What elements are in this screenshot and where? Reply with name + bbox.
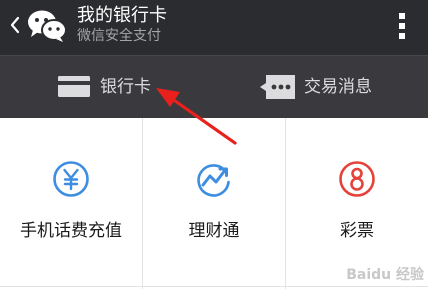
tab-bar: 银行卡 交易消息	[0, 55, 428, 118]
services-grid: 手机话费充值 理财通 彩票	[0, 118, 428, 289]
tab-transaction-messages-label: 交易消息	[304, 77, 372, 97]
title-bar: 我的银行卡 微信安全支付	[0, 0, 428, 55]
service-lottery-label: 彩票	[340, 221, 374, 241]
page-subtitle: 微信安全支付	[77, 28, 161, 44]
more-vertical-icon[interactable]	[398, 12, 406, 40]
tab-bank-card-label: 银行卡	[100, 77, 151, 97]
service-phone-topup[interactable]: 手机话费充值	[0, 118, 142, 289]
bank-card-icon	[58, 76, 90, 97]
lottery-icon	[339, 161, 375, 197]
trend-icon	[197, 164, 230, 197]
row-divider	[0, 286, 428, 287]
message-icon	[260, 75, 295, 99]
watermark: Baidu 经验	[346, 267, 424, 283]
service-licaitong-label: 理财通	[188, 221, 240, 241]
wechat-icon	[28, 10, 67, 42]
tab-bank-card[interactable]: 银行卡	[0, 56, 214, 119]
service-phone-topup-label: 手机话费充值	[20, 221, 122, 241]
yuan-icon	[53, 161, 89, 197]
tab-transaction-messages[interactable]: 交易消息	[214, 56, 428, 119]
service-lottery[interactable]: 彩票	[285, 118, 428, 289]
page-title: 我的银行卡	[77, 5, 167, 26]
service-licaitong[interactable]: 理财通	[142, 118, 285, 289]
chevron-left-icon[interactable]	[6, 13, 24, 37]
